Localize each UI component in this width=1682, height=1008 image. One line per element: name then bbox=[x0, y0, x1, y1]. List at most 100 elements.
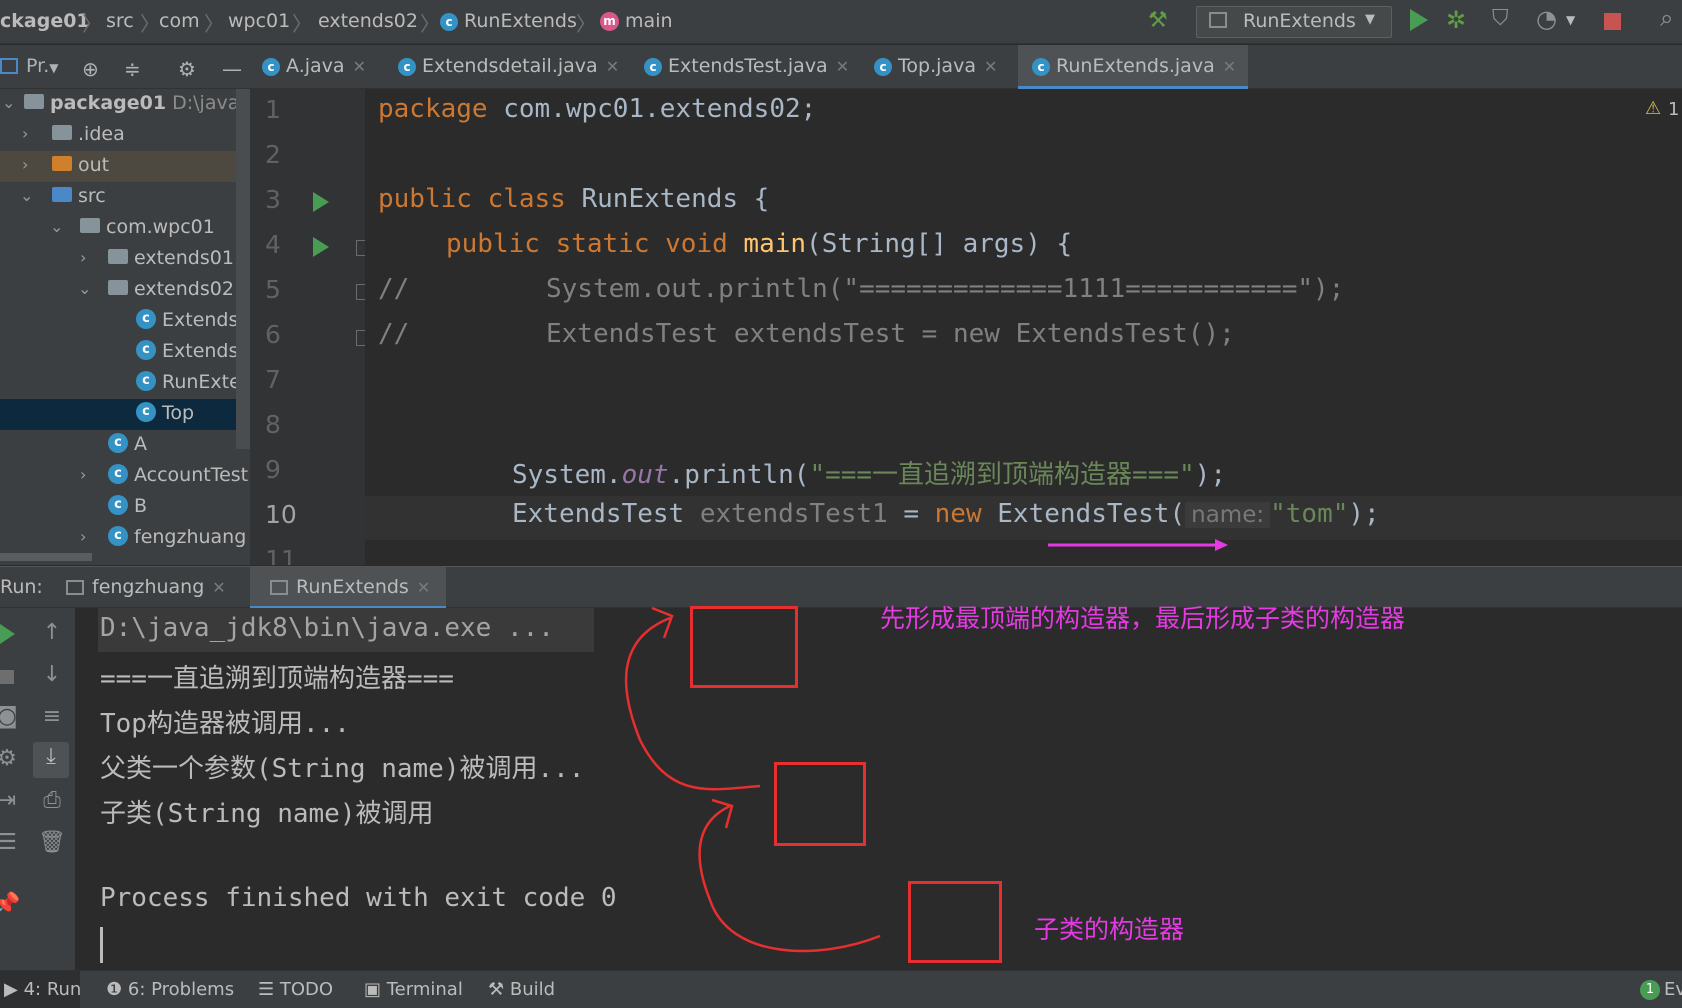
build-hammer-icon[interactable]: ⚒ bbox=[1148, 8, 1168, 33]
tree-item-src[interactable]: ⌄ src bbox=[0, 182, 250, 213]
collapse-all-icon[interactable]: ≑ bbox=[124, 57, 141, 81]
search-icon[interactable]: ⌕ bbox=[1660, 4, 1673, 32]
tree-item-com-wpc01[interactable]: ⌄ com.wpc01 bbox=[0, 213, 250, 244]
tree-label: out bbox=[78, 154, 110, 176]
editor-tab-top[interactable]: c Top.java ✕ bbox=[874, 45, 1004, 89]
gear-icon[interactable]: ⚙ bbox=[178, 57, 196, 81]
chevron-down-icon: ⌄ bbox=[78, 279, 92, 298]
code-line-3: public class RunExtends { bbox=[378, 184, 769, 214]
tree-item-extends02[interactable]: ⌄ extends02 bbox=[0, 275, 250, 306]
close-icon[interactable]: ✕ bbox=[836, 57, 849, 76]
event-log-label[interactable]: Ev bbox=[1664, 979, 1682, 1000]
close-icon[interactable]: ✕ bbox=[1223, 57, 1236, 76]
coverage-icon[interactable]: ⛉ bbox=[1492, 6, 1509, 31]
tree-label: .idea bbox=[78, 123, 125, 145]
close-icon[interactable]: ✕ bbox=[417, 578, 430, 597]
breadcrumb-separator: 〉 bbox=[576, 12, 596, 36]
editor-tab-extendstest[interactable]: c ExtendsTest.java ✕ bbox=[644, 45, 850, 89]
layout-icon[interactable]: ☰ bbox=[0, 830, 22, 855]
chevron-down-icon: ⌄ bbox=[20, 186, 34, 205]
editor-tab-bar: Pr.▼ ⊕ ≑ ⚙ — c A.java ✕ c Extendsdetail.j… bbox=[0, 45, 1682, 89]
tree-item-extendstest[interactable]: c ExtendsT bbox=[0, 337, 250, 368]
rerun-icon[interactable] bbox=[0, 624, 15, 644]
editor-tab-runextends[interactable]: c RunExtends.java ✕ bbox=[1018, 45, 1248, 89]
tree-item-out[interactable]: › out bbox=[0, 151, 250, 182]
annotation-note-top: 先形成最顶端的构造器，最后形成子类的构造器 bbox=[880, 604, 1406, 633]
editor-tab-a-java[interactable]: c A.java ✕ bbox=[262, 45, 374, 89]
soft-wrap-icon[interactable]: ≡ bbox=[37, 704, 67, 729]
chevron-down-icon[interactable]: ▼ bbox=[1566, 13, 1575, 27]
run-tab-runextends[interactable]: RunExtends ✕ bbox=[250, 567, 446, 609]
code-function: main bbox=[743, 229, 807, 259]
tree-item-accounttest[interactable]: › c AccountTest bbox=[0, 461, 250, 492]
tree-item-b[interactable]: cB bbox=[0, 492, 250, 523]
tree-label: extends01 bbox=[134, 247, 234, 269]
run-gutter-icon[interactable] bbox=[313, 192, 329, 212]
breadcrumb-class[interactable]: c RunExtends bbox=[440, 10, 577, 32]
debug-icon[interactable]: ✲ bbox=[1446, 6, 1466, 34]
tree-item-extendsdetail[interactable]: c Extendsd bbox=[0, 306, 250, 337]
run-toolbar: ↑ ↓ ◙ ≡ ⚙ ⤓ ⇥ ⎙ ☰ 🗑 📌 bbox=[0, 608, 75, 970]
arrow-up-icon[interactable]: ↑ bbox=[37, 620, 67, 645]
trash-icon[interactable]: 🗑 bbox=[37, 830, 67, 855]
code-text: (String[] args) { bbox=[806, 229, 1073, 259]
run-config-icon bbox=[1209, 12, 1227, 28]
breadcrumb-wpc01[interactable]: wpc01 bbox=[228, 10, 290, 32]
profiler-icon[interactable]: ◔ bbox=[1536, 5, 1557, 33]
run-config-selector[interactable]: RunExtends ▼ bbox=[1196, 6, 1392, 38]
tree-item-idea[interactable]: › .idea bbox=[0, 120, 250, 151]
tree-item-fengzhuang[interactable]: › c fengzhuang bbox=[0, 523, 250, 554]
status-problems-button[interactable]: ❶ 6: Problems bbox=[106, 979, 234, 1000]
event-count-badge[interactable]: 1 bbox=[1640, 980, 1660, 1000]
class-icon: c bbox=[108, 494, 128, 515]
status-build-button[interactable]: ⚒ Build bbox=[488, 979, 555, 1000]
tree-item-extends01[interactable]: › extends01 bbox=[0, 244, 250, 275]
locate-icon[interactable]: ⊕ bbox=[82, 57, 99, 81]
warning-icon[interactable]: ⚠ bbox=[1645, 98, 1661, 119]
code-field: out bbox=[621, 460, 669, 490]
tree-label: com.wpc01 bbox=[106, 216, 215, 238]
line-number: 9 bbox=[265, 455, 281, 484]
breadcrumb-method[interactable]: m main bbox=[600, 10, 673, 32]
tree-item-a[interactable]: cA bbox=[0, 430, 250, 461]
breadcrumb-project[interactable]: ckage01 bbox=[0, 10, 90, 32]
camera-icon[interactable]: ◙ bbox=[0, 704, 22, 729]
stop-icon[interactable] bbox=[0, 670, 14, 684]
run-tab-fengzhuang[interactable]: fengzhuang ✕ bbox=[66, 576, 226, 598]
annotation-box bbox=[908, 881, 1002, 963]
run-gutter-icon[interactable] bbox=[313, 237, 329, 257]
breadcrumb-com[interactable]: com bbox=[159, 10, 200, 32]
status-run-button[interactable]: ▶ 4: Run bbox=[0, 971, 82, 1008]
close-icon[interactable]: ✕ bbox=[606, 57, 619, 76]
editor-tab-extendsdetail[interactable]: c Extendsdetail.java ✕ bbox=[398, 45, 620, 89]
arrow-down-icon[interactable]: ↓ bbox=[37, 662, 67, 687]
package-icon bbox=[108, 249, 128, 264]
run-icon[interactable] bbox=[1410, 9, 1428, 31]
package-icon bbox=[108, 280, 128, 295]
code-text: ExtendsTest( bbox=[981, 499, 1186, 529]
chevron-down-icon: ⌄ bbox=[50, 217, 64, 236]
print-icon[interactable]: ⎙ bbox=[37, 788, 67, 813]
scroll-to-end-button[interactable]: ⤓ bbox=[33, 742, 69, 778]
project-tool-tab[interactable]: Pr.▼ bbox=[26, 55, 58, 77]
tree-item-top[interactable]: c Top bbox=[0, 399, 250, 430]
close-icon[interactable]: ✕ bbox=[212, 578, 225, 597]
pin-icon[interactable]: 📌 bbox=[0, 892, 22, 917]
tree-item-runextends[interactable]: c RunExten bbox=[0, 368, 250, 399]
status-run-label: ▶ 4: Run bbox=[4, 979, 82, 1000]
stop-icon[interactable] bbox=[1604, 13, 1621, 30]
exit-icon[interactable]: ⇥ bbox=[0, 788, 22, 813]
breadcrumb-src[interactable]: src bbox=[106, 10, 134, 32]
close-icon[interactable]: ✕ bbox=[984, 57, 997, 76]
tree-item-root[interactable]: ⌄ package01 D:\java_c bbox=[0, 89, 250, 120]
status-terminal-button[interactable]: ▣ Terminal bbox=[364, 979, 463, 1000]
status-todo-button[interactable]: ☰ TODO bbox=[258, 979, 333, 1000]
close-icon[interactable]: ✕ bbox=[353, 57, 366, 76]
tree-scrollbar[interactable] bbox=[236, 89, 250, 449]
line-number: 11 bbox=[265, 545, 297, 565]
settings-icon[interactable]: ⚙ bbox=[0, 746, 22, 771]
hide-icon[interactable]: — bbox=[222, 57, 242, 81]
class-icon: c bbox=[108, 525, 128, 546]
tree-horizontal-scrollbar[interactable] bbox=[0, 553, 92, 561]
breadcrumb-extends02[interactable]: extends02 bbox=[318, 10, 418, 32]
